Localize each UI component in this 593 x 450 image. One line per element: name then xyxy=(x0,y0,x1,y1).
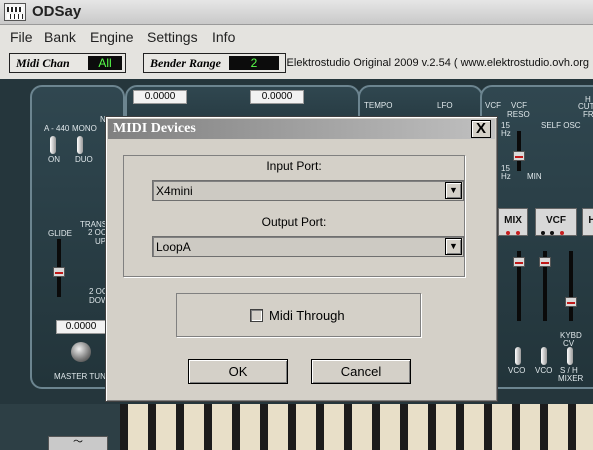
mono-duo-toggle[interactable] xyxy=(77,136,83,154)
label-on: ON xyxy=(48,155,60,164)
piano-keyboard[interactable] xyxy=(120,404,593,450)
midi-devices-dialog: MIDI Devices X Input Port: X4mini ▼ Outp… xyxy=(105,116,498,402)
glide-slider-handle[interactable] xyxy=(53,267,65,277)
label-vcf-reso: VCF xyxy=(511,101,527,110)
bender-range-label: Bender Range xyxy=(150,56,222,70)
midi-through-group: Midi Through xyxy=(176,293,421,337)
midi-chan-label: Midi Chan xyxy=(16,56,70,70)
menu-bar: File Bank Engine Settings Info xyxy=(0,25,593,49)
label-two-oct-up: 2 OC xyxy=(88,228,107,237)
label-min: MIN xyxy=(527,172,542,181)
window-titlebar[interactable]: ODSay xyxy=(0,0,593,25)
jack-vcf-3[interactable] xyxy=(560,231,564,235)
jack-mix-2[interactable] xyxy=(516,231,520,235)
label-lfo: LFO xyxy=(437,101,453,110)
mix-slider-handle-1[interactable] xyxy=(513,257,525,267)
midi-through-label[interactable]: Midi Through xyxy=(269,308,345,323)
value-display-3[interactable]: 0.0000 xyxy=(56,320,106,334)
cancel-button[interactable]: Cancel xyxy=(311,359,411,384)
mix-slider-handle-3[interactable] xyxy=(565,297,577,307)
vcf-reso-slider-handle[interactable] xyxy=(513,151,525,161)
value-display-2[interactable]: 0.0000 xyxy=(250,90,304,104)
info-bar: Midi Chan All Bender Range 2 Elektrostud… xyxy=(0,49,593,79)
output-port-value: LoopA xyxy=(156,240,191,254)
bender-range-display[interactable]: 2 xyxy=(229,56,279,70)
label-mono: MONO xyxy=(72,124,97,133)
label-vco1: VCO xyxy=(508,366,526,375)
label-a440: A - 440 xyxy=(44,124,70,133)
a440-toggle[interactable] xyxy=(50,136,56,154)
chevron-down-icon[interactable]: ▼ xyxy=(445,182,462,199)
input-port-value: X4mini xyxy=(156,184,193,198)
label-hz-bottom: Hz xyxy=(501,172,511,181)
ports-group: Input Port: X4mini ▼ Output Port: LoopA … xyxy=(123,155,465,277)
dialog-titlebar[interactable]: MIDI Devices X xyxy=(108,119,495,139)
label-master-tune: MASTER TUN xyxy=(54,372,106,381)
input-port-select[interactable]: X4mini ▼ xyxy=(152,180,464,201)
dialog-title: MIDI Devices xyxy=(113,121,196,136)
label-mixer: MIXER xyxy=(558,374,584,383)
midi-chan-display[interactable]: All xyxy=(88,56,122,70)
label-vco2: VCO xyxy=(535,366,553,375)
value-display-1[interactable]: 0.0000 xyxy=(133,90,187,104)
chevron-down-icon[interactable]: ▼ xyxy=(445,238,462,255)
module-mix: MIX xyxy=(498,208,528,236)
jack-mix-1[interactable] xyxy=(506,231,510,235)
menu-bank[interactable]: Bank xyxy=(44,29,76,45)
label-reso: RESO xyxy=(507,110,530,119)
module-h: H xyxy=(582,208,593,236)
jack-vcf-1[interactable] xyxy=(541,231,545,235)
menu-info[interactable]: Info xyxy=(212,29,235,45)
mix-slider-track-3[interactable] xyxy=(569,251,573,321)
sh-toggle[interactable] xyxy=(567,347,573,365)
output-port-label: Output Port: xyxy=(261,215,327,229)
vco1-toggle[interactable] xyxy=(515,347,521,365)
vco2-toggle[interactable] xyxy=(541,347,547,365)
output-port-select[interactable]: LoopA ▼ xyxy=(152,236,464,257)
bender-range-group: Bender Range 2 xyxy=(143,53,286,73)
jack-vcf-2[interactable] xyxy=(550,231,554,235)
mix-slider-handle-2[interactable] xyxy=(539,257,551,267)
label-tempo: TEMPO xyxy=(364,101,393,110)
label-glide: GLIDE xyxy=(48,229,73,238)
menu-engine[interactable]: Engine xyxy=(90,29,134,45)
midi-chan-group: Midi Chan All xyxy=(9,53,126,73)
ok-button[interactable]: OK xyxy=(188,359,288,384)
label-vcf: VCF xyxy=(485,101,501,110)
close-icon[interactable]: X xyxy=(471,120,491,138)
midi-through-checkbox[interactable] xyxy=(250,309,263,322)
label-hz-top: Hz xyxy=(501,129,511,138)
label-self-osc: SELF OSC xyxy=(541,121,581,130)
version-text: Elektrostudio Original 2009 v.2.54 ( www… xyxy=(286,57,589,69)
label-duo: DUO xyxy=(75,155,93,164)
menu-settings[interactable]: Settings xyxy=(147,29,198,45)
master-tune-knob[interactable] xyxy=(71,342,91,362)
window-title: ODSay xyxy=(32,3,82,20)
wave-icon[interactable]: ～ xyxy=(48,436,108,450)
piano-app-icon xyxy=(4,3,26,21)
label-fr: FR xyxy=(583,110,593,119)
input-port-label: Input Port: xyxy=(266,159,322,173)
menu-file[interactable]: File xyxy=(10,29,33,45)
